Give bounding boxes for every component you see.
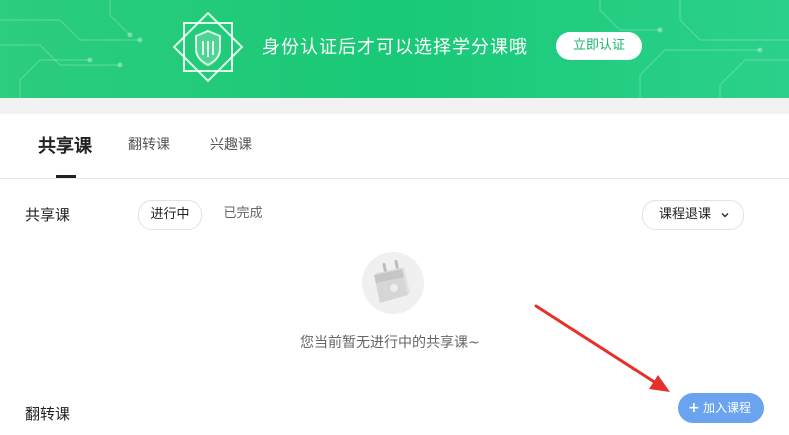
flip-section-title: 翻转课 (25, 405, 71, 423)
verify-now-button[interactable]: 立即认证 (556, 32, 642, 60)
filter-completed[interactable]: 已完成 (218, 200, 268, 228)
tab-shared-course[interactable]: 共享课 (38, 132, 92, 158)
chevron-down-icon (721, 212, 729, 218)
plus-icon: + (688, 400, 700, 416)
course-type-tabs: 共享课 翻转课 兴趣课 (0, 114, 789, 179)
section-divider (0, 98, 789, 114)
join-course-label: 加入课程 (703, 401, 752, 415)
auth-banner: 身份认证后才可以选择学分课哦 立即认证 (0, 0, 789, 98)
banner-text: 身份认证后才可以选择学分课哦 (262, 37, 528, 58)
tab-flip-course[interactable]: 翻转课 (128, 134, 170, 154)
empty-calendar-icon (362, 252, 424, 314)
filter-in-progress[interactable]: 进行中 (138, 200, 202, 230)
empty-state-text: 您当前暂无进行中的共享课~ (300, 335, 480, 351)
active-tab-indicator (56, 175, 76, 178)
tab-interest-course[interactable]: 兴趣课 (210, 134, 252, 154)
shield-icon (172, 11, 244, 83)
join-course-button[interactable]: + 加入课程 (678, 393, 764, 423)
shared-section-title: 共享课 (25, 206, 71, 224)
withdraw-course-label: 课程退课 (659, 207, 712, 222)
withdraw-course-dropdown[interactable]: 课程退课 (642, 200, 744, 230)
